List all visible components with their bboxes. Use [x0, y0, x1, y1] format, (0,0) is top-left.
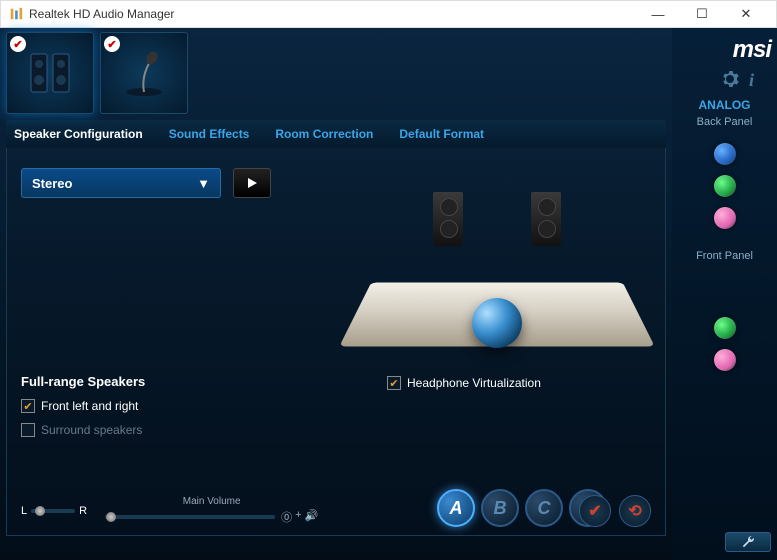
connector-settings-button[interactable] [725, 532, 771, 552]
tab-bar: Speaker Configuration Sound Effects Room… [6, 120, 666, 148]
checkbox-icon [21, 399, 35, 413]
jack-back-line-in[interactable] [714, 143, 736, 165]
preset-c[interactable]: C [525, 489, 563, 527]
dropdown-arrow-icon: ▼ [197, 176, 210, 191]
speaker-stage [357, 186, 637, 376]
checkbox-headphone-virtualization[interactable]: Headphone Virtualization [387, 376, 541, 390]
speaker-mode-dropdown[interactable]: Stereo ▼ [21, 168, 221, 198]
full-range-title: Full-range Speakers [21, 374, 651, 389]
minimize-button[interactable]: — [636, 1, 680, 27]
test-play-button[interactable] [233, 168, 271, 198]
tab-room-correction[interactable]: Room Correction [275, 127, 373, 141]
main-volume-slider[interactable] [105, 515, 275, 519]
checkbox-icon [387, 376, 401, 390]
balance-right-label: R [79, 505, 87, 517]
back-panel-label: Back Panel [697, 116, 753, 128]
speaker-mode-value: Stereo [32, 176, 72, 191]
checkbox-icon [21, 423, 35, 437]
config-panel: Stereo ▼ Full-range Speakers Front left … [6, 148, 666, 536]
close-button[interactable]: ✕ [724, 1, 768, 27]
device-default-check-icon [10, 36, 26, 52]
balance-track[interactable] [31, 509, 75, 513]
stage-speaker-left[interactable] [433, 192, 463, 246]
maximize-button[interactable]: ☐ [680, 1, 724, 27]
checkbox-label: Headphone Virtualization [407, 376, 541, 390]
tab-speaker-configuration[interactable]: Speaker Configuration [14, 127, 143, 141]
checkbox-label: Surround speakers [41, 423, 142, 437]
device-speakers[interactable] [6, 32, 94, 114]
listener-sphere-icon [472, 298, 522, 348]
volume-zero-icon[interactable]: ⓪ [281, 509, 292, 525]
front-panel-label: Front Panel [696, 250, 753, 262]
balance-slider[interactable]: L R [21, 505, 87, 517]
main-volume-label: Main Volume [105, 496, 318, 507]
checkbox-front-left-right[interactable]: Front left and right [21, 399, 651, 413]
side-panel: msi i ANALOG Back Panel Front Panel [672, 28, 777, 560]
tab-sound-effects[interactable]: Sound Effects [169, 127, 250, 141]
jack-front-mic[interactable] [714, 349, 736, 371]
stage-speaker-right[interactable] [531, 192, 561, 246]
apply-button[interactable]: ✔ [579, 495, 611, 527]
analog-heading: ANALOG [699, 98, 751, 112]
tab-default-format[interactable]: Default Format [399, 127, 484, 141]
preset-a[interactable]: A [437, 489, 475, 527]
device-selector-row [6, 32, 666, 114]
app-icon [9, 7, 23, 21]
window-titlebar: Realtek HD Audio Manager — ☐ ✕ [0, 0, 777, 28]
slider-thumb-icon[interactable] [35, 506, 45, 516]
reset-button[interactable]: ⟲ [619, 495, 651, 527]
window-title: Realtek HD Audio Manager [29, 7, 174, 21]
device-microphone[interactable] [100, 32, 188, 114]
checkbox-surround-speakers: Surround speakers [21, 423, 651, 437]
preset-b[interactable]: B [481, 489, 519, 527]
volume-speaker-icon[interactable]: 🔊 [305, 509, 319, 525]
slider-thumb-icon[interactable] [106, 512, 116, 522]
jack-back-mic[interactable] [714, 207, 736, 229]
jack-front-headphone[interactable] [714, 317, 736, 339]
info-icon[interactable]: i [749, 70, 767, 88]
jack-back-line-out[interactable] [714, 175, 736, 197]
balance-left-label: L [21, 505, 27, 517]
settings-gear-icon[interactable] [721, 70, 739, 88]
checkbox-label: Front left and right [41, 399, 138, 413]
brand-logo: msi [678, 36, 771, 64]
device-default-check-icon [104, 36, 120, 52]
volume-plus-icon[interactable]: + [295, 509, 301, 525]
